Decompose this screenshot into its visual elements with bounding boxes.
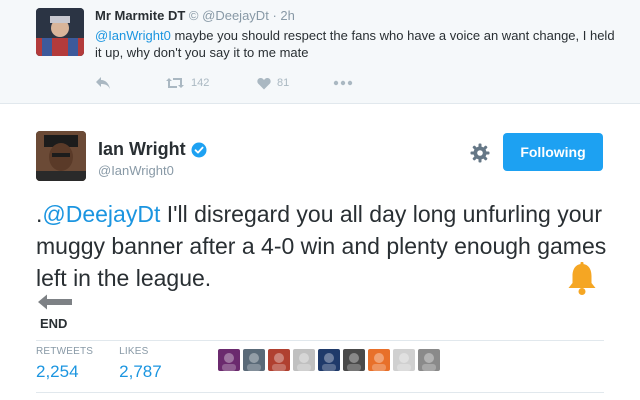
likes-stat-label: LIKES [119,346,149,357]
main-author-avatar[interactable] [36,131,86,181]
liker-avatar[interactable] [218,349,240,371]
retweet-button[interactable]: 142 [165,76,257,90]
retweets-stat[interactable]: RETWEETS 2,254 [36,346,93,382]
following-button[interactable]: Following [503,133,603,171]
tweet-text: .@DeejayDt I'll disregard you all day lo… [36,198,616,294]
gear-icon [470,143,490,163]
reply-mention-link[interactable]: @IanWright0 [95,28,171,43]
liker-avatar[interactable] [268,349,290,371]
reply-header: Mr Marmite DT © @DeejayDt · 2h [95,8,295,23]
heart-icon [257,77,271,89]
reply-author-avatar[interactable] [36,8,84,56]
like-count: 81 [277,77,290,89]
reply-timestamp[interactable]: · 2h [272,8,294,23]
reply-button[interactable] [95,76,165,90]
retweet-count: 142 [191,77,210,89]
reply-icon [96,77,110,89]
liker-avatar[interactable] [293,349,315,371]
reply-tweet[interactable]: Mr Marmite DT © @DeejayDt · 2h @IanWrigh… [0,0,640,104]
tweet-mention-link[interactable]: @DeejayDt [42,201,160,227]
user-actions-button[interactable] [470,143,490,168]
tweet-stats: RETWEETS 2,254 LIKES 2,787 [36,346,162,382]
likes-stat[interactable]: LIKES 2,787 [119,346,162,382]
liker-avatar[interactable] [343,349,365,371]
verified-badge-icon [191,142,207,157]
end-overlay: END [38,294,72,331]
liker-avatars [218,349,440,371]
retweets-stat-value: 2,254 [36,362,79,381]
retweet-icon [166,78,184,88]
bell-emoji-icon [566,262,598,301]
stats-divider-bottom [36,392,604,393]
back-arrow-icon [38,294,72,310]
reply-author-name[interactable]: Mr Marmite DT [95,8,185,23]
reply-author-handle[interactable]: @DeejayDt [202,8,269,23]
liker-avatar[interactable] [243,349,265,371]
liker-avatar[interactable] [368,349,390,371]
main-author-name[interactable]: Ian Wright [98,139,186,160]
liker-avatar[interactable] [318,349,340,371]
reply-body-text: maybe you should respect the fans who ha… [95,28,615,60]
liker-avatar[interactable] [418,349,440,371]
stats-divider-top [36,340,604,341]
liker-avatar[interactable] [393,349,415,371]
retweets-stat-label: RETWEETS [36,346,94,357]
more-dots-icon [333,80,353,86]
main-author-name-row: Ian Wright [98,139,207,160]
reply-author-flag: © [188,8,199,23]
main-author-handle[interactable]: @IanWright0 [98,163,174,178]
likes-stat-value: 2,787 [119,362,162,381]
like-button[interactable]: 81 [257,77,333,90]
more-button[interactable] [333,80,353,86]
reply-text: @IanWright0 maybe you should respect the… [95,27,615,61]
end-label: END [40,316,68,331]
reply-actions: 142 81 [95,73,353,93]
